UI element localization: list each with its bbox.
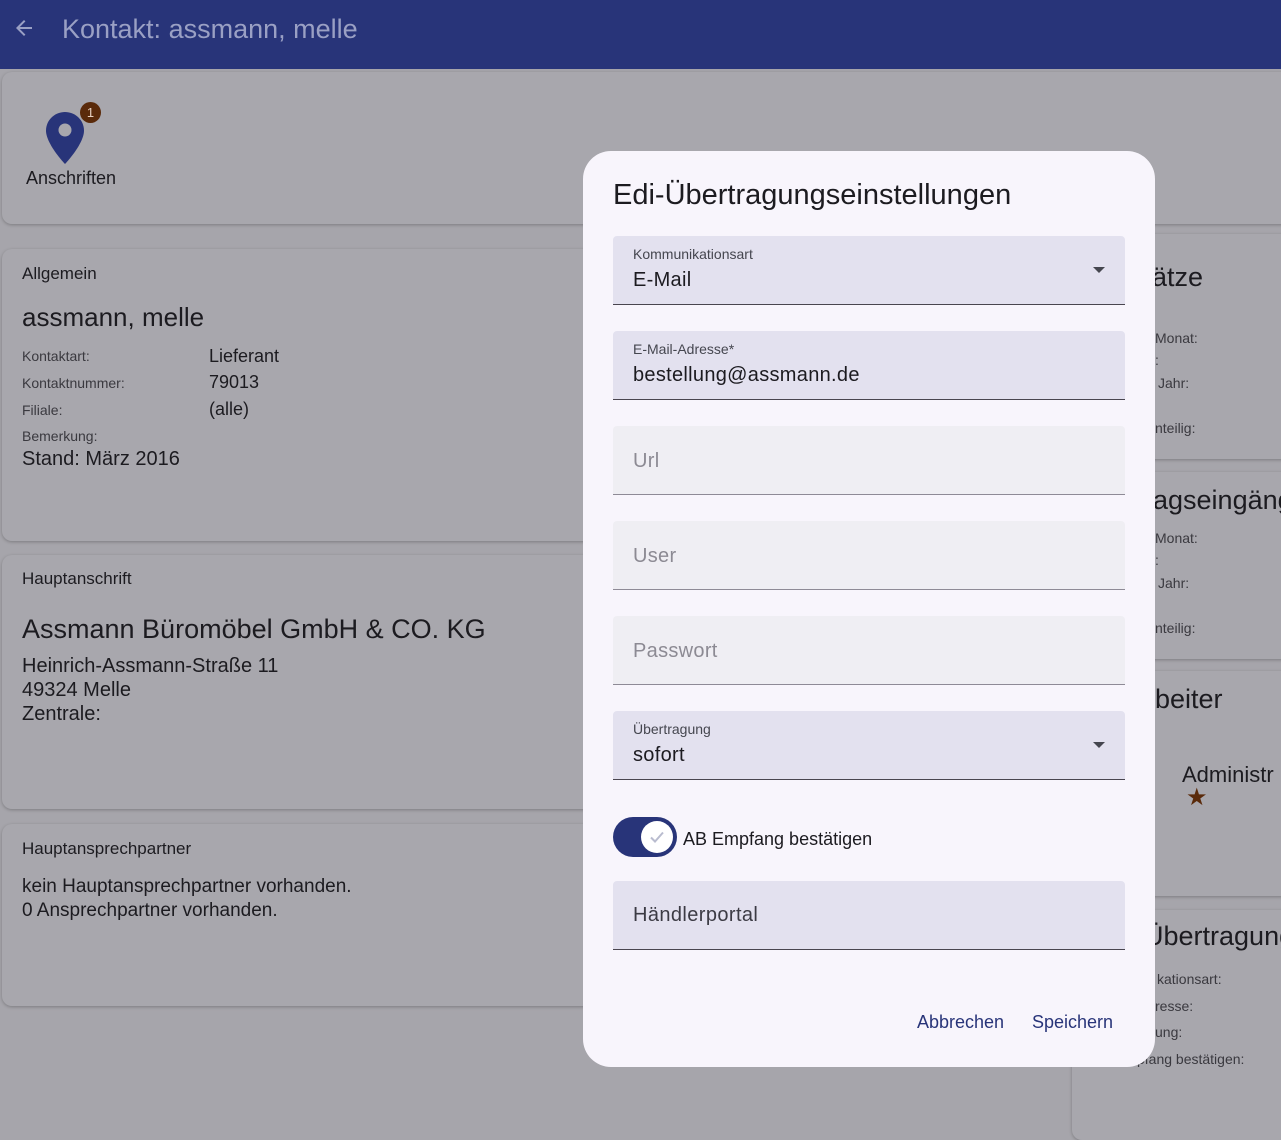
edi-settings-dialog: Edi-Übertragungseinstellungen Kommunikat…: [583, 151, 1155, 1067]
contact-type-label: Kontaktart:: [22, 348, 90, 364]
dealer-portal-label: Händlerportal: [633, 904, 759, 926]
transfer-mode-value: sofort: [633, 744, 685, 766]
order-year-label: Jahr:: [1158, 575, 1190, 591]
transfer-mode-select[interactable]: Übertragung sofort: [613, 711, 1125, 780]
user-placeholder: User: [633, 545, 677, 567]
order-label-2: :: [1155, 552, 1159, 568]
page-title: Kontakt: assmann, melle: [62, 14, 358, 44]
dealer-portal-field[interactable]: Händlerportal: [613, 881, 1125, 950]
branch-value: (alle): [209, 399, 250, 419]
transfer-label-3: ung:: [1155, 1024, 1183, 1040]
transfer-mode-label: Übertragung: [633, 721, 711, 737]
transfer-label-4: pfang bestätigen:: [1137, 1051, 1245, 1067]
general-heading: Allgemein: [22, 264, 97, 283]
contact-type-value: Lieferant: [209, 346, 280, 366]
contact-number-label: Kontaktnummer:: [22, 375, 125, 391]
address-extra: Zentrale:: [22, 703, 101, 725]
contact-count-text: 0 Ansprechpartner vorhanden.: [22, 900, 278, 921]
transfer-heading: Übertragung: [1144, 921, 1281, 951]
company-name: Assmann Büromöbel GmbH & CO. KG: [22, 614, 486, 644]
communication-type-select[interactable]: Kommunikationsart E-Mail: [613, 236, 1125, 305]
location-pin-icon[interactable]: [46, 112, 84, 164]
cancel-button[interactable]: Abbrechen: [917, 1012, 1004, 1033]
order-intake-heading: agseingänge: [1153, 485, 1281, 515]
save-button[interactable]: Speichern: [1032, 1012, 1113, 1033]
no-contact-text: kein Hauptansprechpartner vorhanden.: [22, 876, 352, 897]
remark-value: Stand: März 2016: [22, 448, 180, 470]
order-share-label: nteilig:: [1155, 620, 1196, 636]
ab-confirm-toggle[interactable]: [613, 817, 677, 857]
email-value: bestellung@assmann.de: [633, 364, 860, 386]
addresses-label[interactable]: Anschriften: [26, 168, 116, 189]
check-icon: [650, 831, 664, 843]
contact-name: assmann, melle: [22, 302, 205, 332]
city: 49324 Melle: [22, 679, 131, 701]
dialog-title: Edi-Übertragungseinstellungen: [613, 179, 1012, 211]
dropdown-caret-icon[interactable]: [1093, 267, 1105, 273]
transfer-label-2: resse:: [1155, 998, 1194, 1014]
dropdown-caret-icon[interactable]: [1093, 742, 1105, 748]
communication-type-value: E-Mail: [633, 269, 692, 291]
user-field[interactable]: User: [613, 521, 1125, 590]
main-contact-person-heading: Hauptansprechpartner: [22, 839, 192, 858]
communication-type-label: Kommunikationsart: [633, 246, 753, 262]
sales-year-label: Jahr:: [1158, 375, 1190, 391]
sales-heading: ätze: [1152, 262, 1204, 292]
password-field[interactable]: Passwort: [613, 616, 1125, 685]
sales-share-label: nteilig:: [1155, 420, 1196, 436]
main-address-heading: Hauptanschrift: [22, 569, 132, 588]
star-icon: ★: [1186, 784, 1208, 811]
url-placeholder: Url: [633, 450, 660, 472]
remark-label: Bemerkung:: [22, 428, 98, 444]
order-month-label: Monat:: [1155, 530, 1198, 546]
password-placeholder: Passwort: [633, 640, 718, 662]
email-label: E-Mail-Adresse*: [633, 341, 735, 357]
url-field[interactable]: Url: [613, 426, 1125, 495]
employees-heading: beiter: [1155, 684, 1223, 714]
sales-month-label: Monat:: [1155, 330, 1198, 346]
transfer-label-1: kationsart:: [1157, 971, 1222, 987]
ab-confirm-label: AB Empfang bestätigen: [683, 829, 873, 849]
email-field[interactable]: E-Mail-Adresse* bestellung@assmann.de: [613, 331, 1125, 400]
sales-label-2: :: [1155, 352, 1159, 368]
address-count-badge: 1: [80, 102, 101, 123]
street: Heinrich-Assmann-Straße 11: [22, 655, 279, 677]
back-arrow-icon[interactable]: [12, 16, 36, 40]
contact-number-value: 79013: [209, 372, 260, 392]
branch-label: Filiale:: [22, 402, 63, 418]
toggle-knob: [641, 821, 673, 853]
app-bar: Kontakt: assmann, melle: [0, 0, 1281, 69]
